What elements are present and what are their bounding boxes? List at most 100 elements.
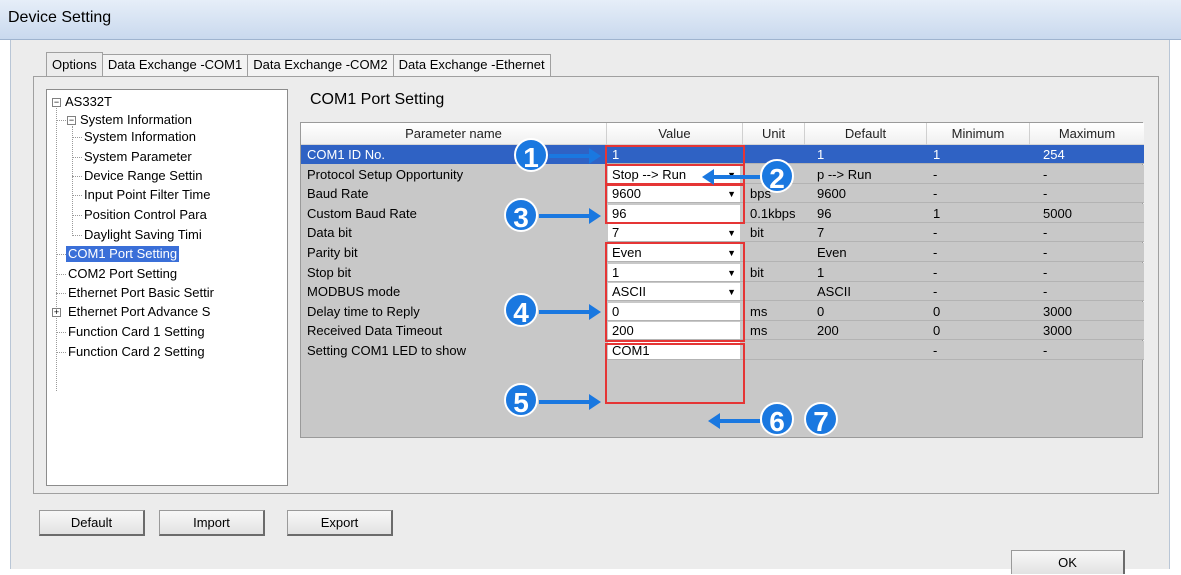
highlight-timing xyxy=(605,343,745,404)
maximum-cell: 5000 xyxy=(1043,205,1072,221)
default-cell: Even xyxy=(817,245,847,260)
dropdown-arrow-icon[interactable]: ▼ xyxy=(727,225,736,242)
section-title: COM1 Port Setting xyxy=(310,91,445,108)
tree-item-com1-port-setting[interactable]: COM1 Port Setting xyxy=(66,246,180,262)
value-dropdown[interactable]: 7 ▼ xyxy=(608,224,740,242)
maximum-cell: 254 xyxy=(1043,147,1065,162)
tree-item-function-card-2[interactable]: Function Card 2 Setting xyxy=(68,344,205,360)
param-name-cell: Protocol Setup Opportunity xyxy=(301,164,607,184)
tab-data-exchange-ethernet[interactable]: Data Exchange -Ethernet xyxy=(392,54,551,76)
default-cell: 96 xyxy=(817,205,832,221)
minimum-cell: - xyxy=(933,343,938,358)
tree-system-information[interactable]: System Information xyxy=(80,112,192,128)
maximum-cell: - xyxy=(1043,284,1048,300)
tree-line xyxy=(56,274,66,275)
minimum-cell: - xyxy=(933,225,938,241)
tree-line xyxy=(72,126,73,236)
tab-strip: Options Data Exchange -COM1 Data Exchang… xyxy=(46,52,551,76)
minimum-cell: 0 xyxy=(933,303,941,319)
highlight-baud-rate xyxy=(605,183,745,224)
unit-cell xyxy=(747,282,809,301)
header-maximum[interactable]: Maximum xyxy=(1030,123,1144,145)
default-cell: 200 xyxy=(817,323,839,339)
ok-button[interactable]: OK xyxy=(1011,550,1125,574)
minimum-cell: - xyxy=(933,245,938,260)
collapse-icon[interactable]: − xyxy=(67,116,76,125)
minimum-cell: - xyxy=(933,166,938,182)
default-cell: 9600 xyxy=(817,186,846,202)
tree-line xyxy=(56,120,66,121)
tree-item-device-range[interactable]: Device Range Settin xyxy=(84,168,203,184)
param-name-cell: Data bit xyxy=(301,223,607,243)
tree-item-ethernet-basic[interactable]: Ethernet Port Basic Settir xyxy=(68,285,214,301)
tree-line xyxy=(72,157,82,158)
tree-line xyxy=(56,293,66,294)
tree-item-daylight-saving[interactable]: Daylight Saving Timi xyxy=(84,227,202,243)
header-default[interactable]: Default xyxy=(805,123,927,145)
grid-header: Parameter name Value Unit Default Minimu… xyxy=(301,123,1144,145)
tree-item-system-information[interactable]: System Information xyxy=(84,129,196,145)
minimum-cell: 0 xyxy=(933,323,941,339)
minimum-cell: 1 xyxy=(933,147,941,162)
minimum-cell: - xyxy=(933,264,938,280)
callout-7: 7 xyxy=(804,402,838,437)
param-name-cell: Parity bit xyxy=(301,243,607,262)
options-panel: − AS332T − System Information System Inf… xyxy=(33,76,1159,494)
tree-root[interactable]: AS332T xyxy=(65,94,112,110)
tree-item-input-filter[interactable]: Input Point Filter Time xyxy=(84,187,210,203)
maximum-cell: - xyxy=(1043,343,1048,358)
tree-item-ethernet-advance[interactable]: Ethernet Port Advance S xyxy=(68,304,210,320)
header-minimum[interactable]: Minimum xyxy=(927,123,1030,145)
tree-item-position-control[interactable]: Position Control Para xyxy=(84,207,207,223)
unit-cell: bit xyxy=(750,225,764,241)
tree-line xyxy=(56,352,66,353)
maximum-cell: - xyxy=(1043,264,1048,280)
callout-arrow-4 xyxy=(539,304,601,320)
callout-1: 1 xyxy=(514,138,548,173)
maximum-cell: 3000 xyxy=(1043,323,1072,339)
tree-item-com2-port-setting[interactable]: COM2 Port Setting xyxy=(68,266,177,282)
maximum-cell: - xyxy=(1043,186,1048,202)
callout-arrow-3 xyxy=(539,208,601,224)
tree-line xyxy=(56,332,66,333)
maximum-cell: - xyxy=(1043,166,1048,182)
tab-data-exchange-com1[interactable]: Data Exchange -COM1 xyxy=(101,54,249,76)
default-cell: 7 xyxy=(817,225,825,241)
tree-line xyxy=(72,235,82,236)
import-button[interactable]: Import xyxy=(159,510,265,536)
header-parameter-name[interactable]: Parameter name xyxy=(301,123,607,145)
tree-line xyxy=(72,195,82,196)
collapse-icon[interactable]: − xyxy=(52,98,61,107)
expand-icon[interactable]: + xyxy=(52,308,61,317)
default-cell: 0 xyxy=(817,303,825,319)
title-bar: Device Setting xyxy=(0,0,1181,40)
window-body: Options Data Exchange -COM1 Data Exchang… xyxy=(10,40,1170,574)
tree-line xyxy=(56,254,66,255)
unit-cell: ms xyxy=(750,303,768,319)
table-row[interactable]: Data bit bit 7- -7 ▼ xyxy=(301,223,1144,243)
callout-4: 4 xyxy=(504,293,538,328)
settings-tree: − AS332T − System Information System Inf… xyxy=(46,89,288,486)
default-button[interactable]: Default xyxy=(39,510,145,536)
value-text: 7 xyxy=(612,225,620,241)
callout-arrow-5 xyxy=(539,394,601,410)
unit-cell: ms xyxy=(750,323,768,339)
default-cell: 1 xyxy=(817,147,825,162)
callout-3: 3 xyxy=(504,198,538,233)
header-unit[interactable]: Unit xyxy=(743,123,805,145)
param-name-cell: Setting COM1 LED to show xyxy=(301,341,607,360)
param-name-cell: Stop bit xyxy=(301,262,607,282)
maximum-cell: - xyxy=(1043,225,1048,241)
maximum-cell: 3000 xyxy=(1043,303,1072,319)
tree-item-function-card-1[interactable]: Function Card 1 Setting xyxy=(68,324,205,340)
tab-options[interactable]: Options xyxy=(46,52,103,76)
header-value[interactable]: Value xyxy=(607,123,743,145)
callout-5: 5 xyxy=(504,383,538,418)
highlight-com1-id xyxy=(605,145,745,166)
tree-item-system-parameter[interactable]: System Parameter xyxy=(84,149,192,165)
window-title: Device Setting xyxy=(8,9,112,26)
tab-data-exchange-com2[interactable]: Data Exchange -COM2 xyxy=(247,54,394,76)
export-button[interactable]: Export xyxy=(287,510,393,536)
tree-line xyxy=(72,215,82,216)
param-name-cell: MODBUS mode xyxy=(301,282,607,302)
